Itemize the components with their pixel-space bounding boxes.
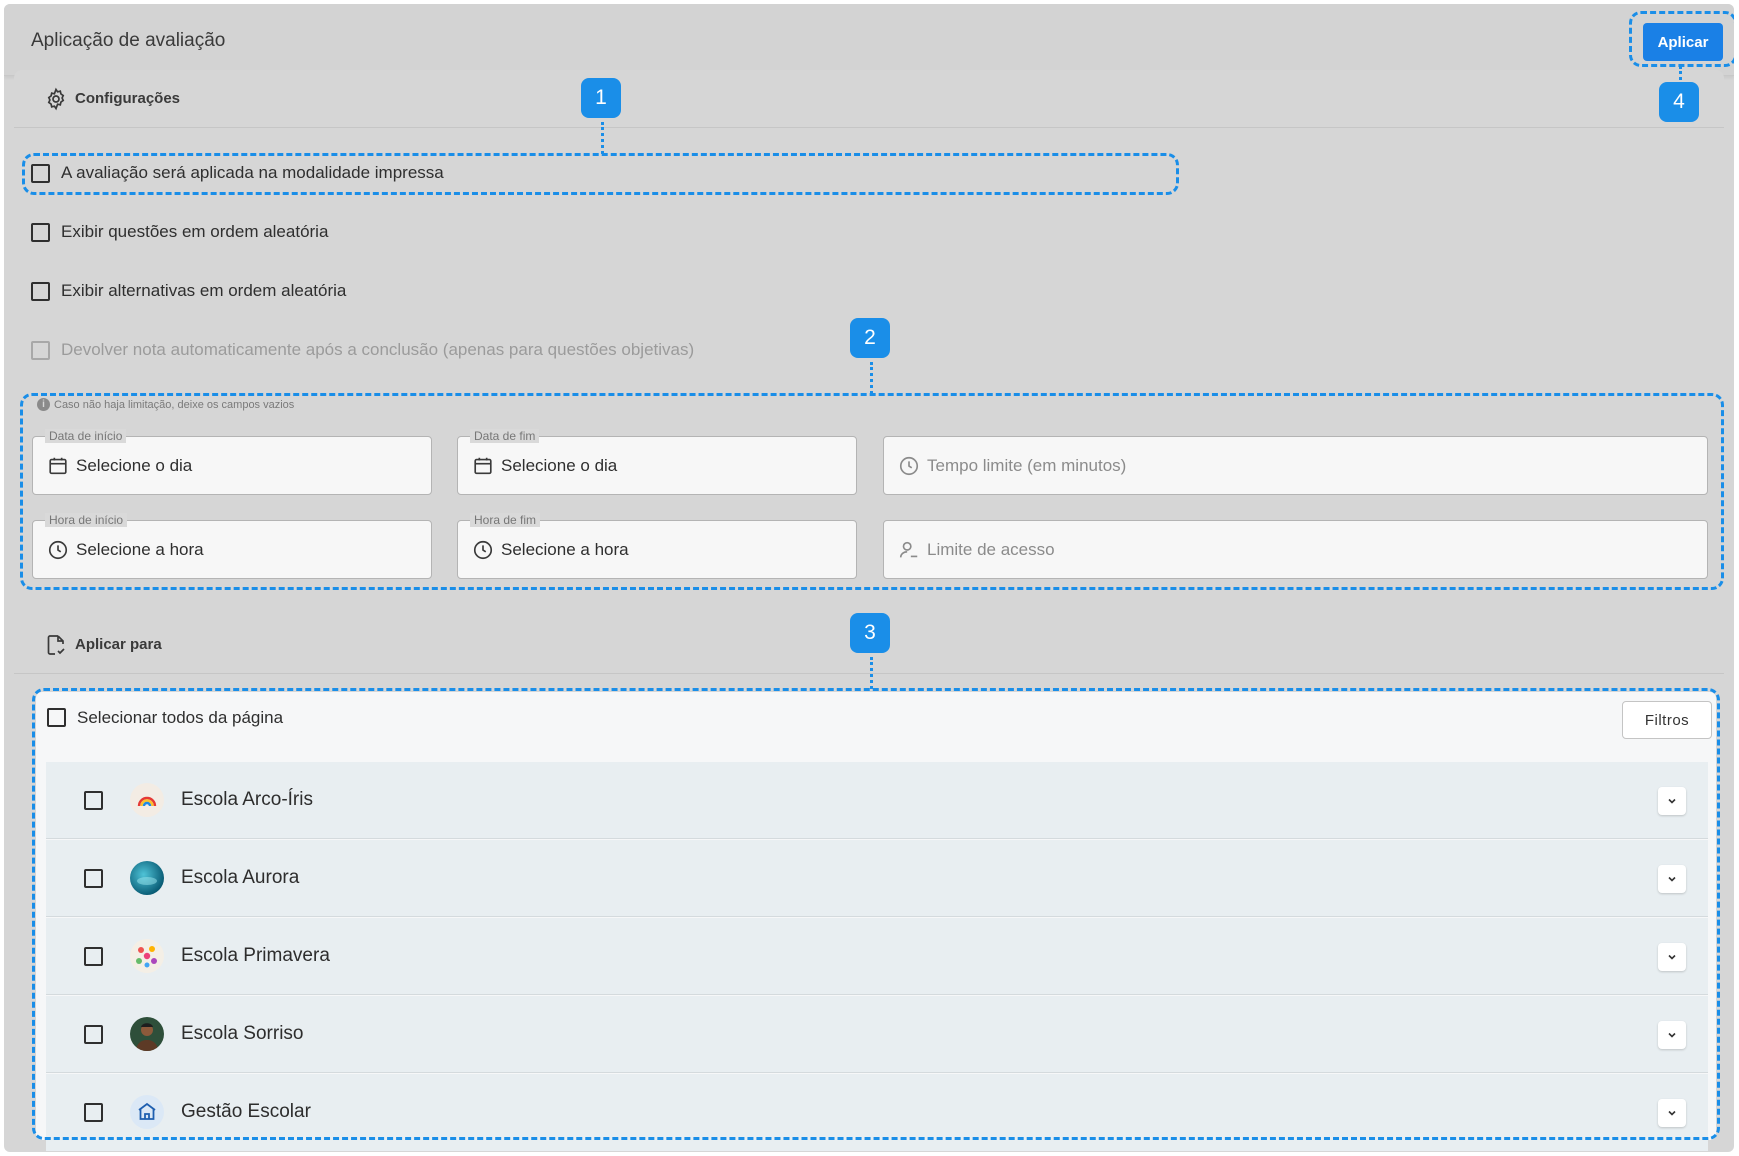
random-questions-label: Exibir questões em ordem aleatória (61, 222, 329, 241)
access-limit-placeholder: Limite de acesso (927, 540, 1055, 559)
start-date-field[interactable]: Data de início Selecione o dia (32, 429, 432, 495)
limit-hint: i Caso não haja limitação, deixe os camp… (37, 398, 294, 411)
chevron-down-icon[interactable] (1658, 865, 1686, 893)
person-avatar (130, 1017, 164, 1051)
gear-icon (47, 87, 65, 111)
school-name: Escola Sorriso (181, 1023, 304, 1044)
auto-grade-checkbox (31, 341, 50, 360)
annotation-connector-1 (601, 122, 604, 154)
printed-mode-checkbox[interactable] (31, 164, 50, 183)
school-name: Gestão Escolar (181, 1101, 311, 1122)
annotation-connector-3 (870, 657, 873, 689)
printed-mode-label: A avaliação será aplicada na modalidade … (61, 163, 444, 182)
clock-icon (473, 540, 493, 560)
school-checkbox[interactable] (84, 1025, 103, 1044)
end-time-field[interactable]: Hora de fim Selecione a hora (457, 513, 857, 579)
end-time-legend: Hora de fim (470, 513, 541, 527)
chevron-down-icon[interactable] (1658, 787, 1686, 815)
school-checkbox[interactable] (84, 947, 103, 966)
annotation-badge-1: 1 (581, 78, 621, 118)
page-title: Aplicação de avaliação (31, 30, 226, 51)
filters-button[interactable]: Filtros (1622, 701, 1712, 739)
end-date-field[interactable]: Data de fim Selecione o dia (457, 429, 857, 495)
list-item[interactable]: Escola Primavera (46, 918, 1708, 995)
globe-avatar (130, 861, 164, 895)
start-time-value: Selecione a hora (76, 540, 204, 559)
start-time-field[interactable]: Hora de início Selecione a hora (32, 513, 432, 579)
calendar-icon (474, 457, 492, 475)
app-frame: Aplicação de avaliação Aplicar Configura… (4, 4, 1734, 1152)
user-limit-icon (899, 541, 918, 558)
random-alternatives-checkbox[interactable] (31, 282, 50, 301)
end-date-value: Selecione o dia (501, 456, 618, 475)
annotation-badge-2: 2 (850, 318, 890, 358)
chevron-down-icon[interactable] (1658, 1021, 1686, 1049)
select-all-checkbox[interactable] (47, 708, 66, 727)
apply-to-section-title: Aplicar para (75, 636, 162, 653)
school-name: Escola Aurora (181, 867, 300, 888)
chevron-down-icon[interactable] (1658, 1099, 1686, 1127)
time-limit-placeholder: Tempo limite (em minutos) (927, 456, 1127, 475)
config-section-header: Configurações (14, 70, 1724, 128)
annotation-badge-3: 3 (850, 613, 890, 653)
school-name: Escola Arco-Íris (181, 789, 313, 810)
time-limit-input[interactable]: Tempo limite (em minutos) (883, 436, 1708, 495)
annotation-badge-4: 4 (1659, 82, 1699, 122)
school-checkbox[interactable] (84, 1103, 103, 1122)
rainbow-avatar (130, 783, 164, 817)
random-questions-checkbox[interactable] (31, 223, 50, 242)
document-check-icon (47, 635, 65, 655)
access-limit-input[interactable]: Limite de acesso (883, 520, 1708, 579)
annotation-connector-2 (870, 362, 873, 394)
list-item[interactable]: Escola Sorriso (46, 996, 1708, 1073)
end-date-legend: Data de fim (470, 429, 540, 443)
list-item[interactable]: Escola Aurora (46, 840, 1708, 917)
school-list: Selecionar todos da página Filtros Escol… (36, 692, 1716, 1151)
list-item[interactable]: Gestão Escolar (46, 1074, 1708, 1151)
start-date-value: Selecione o dia (76, 456, 193, 475)
start-date-legend: Data de início (45, 429, 127, 443)
school-checkbox[interactable] (84, 791, 103, 810)
list-item[interactable]: Escola Arco-Íris (46, 762, 1708, 839)
start-time-legend: Hora de início (45, 513, 128, 527)
calendar-icon (49, 457, 67, 475)
info-icon: i (37, 398, 50, 411)
select-all-label: Selecionar todos da página (77, 708, 284, 727)
chevron-down-icon[interactable] (1658, 943, 1686, 971)
clock-icon (48, 540, 68, 560)
end-time-value: Selecione a hora (501, 540, 629, 559)
flowers-avatar (130, 939, 164, 973)
auto-grade-label: Devolver nota automaticamente após a con… (61, 340, 695, 359)
apply-button[interactable]: Aplicar (1643, 23, 1723, 61)
clock-icon (899, 456, 919, 476)
school-checkbox[interactable] (84, 869, 103, 888)
config-section-title: Configurações (75, 90, 181, 107)
random-alternatives-label: Exibir alternativas em ordem aleatória (61, 281, 347, 300)
page-header: Aplicação de avaliação Aplicar (4, 4, 1734, 76)
limit-hint-text: Caso não haja limitação, deixe os campos… (54, 398, 295, 411)
school-name: Escola Primavera (181, 945, 330, 966)
school-building-avatar (130, 1095, 164, 1129)
